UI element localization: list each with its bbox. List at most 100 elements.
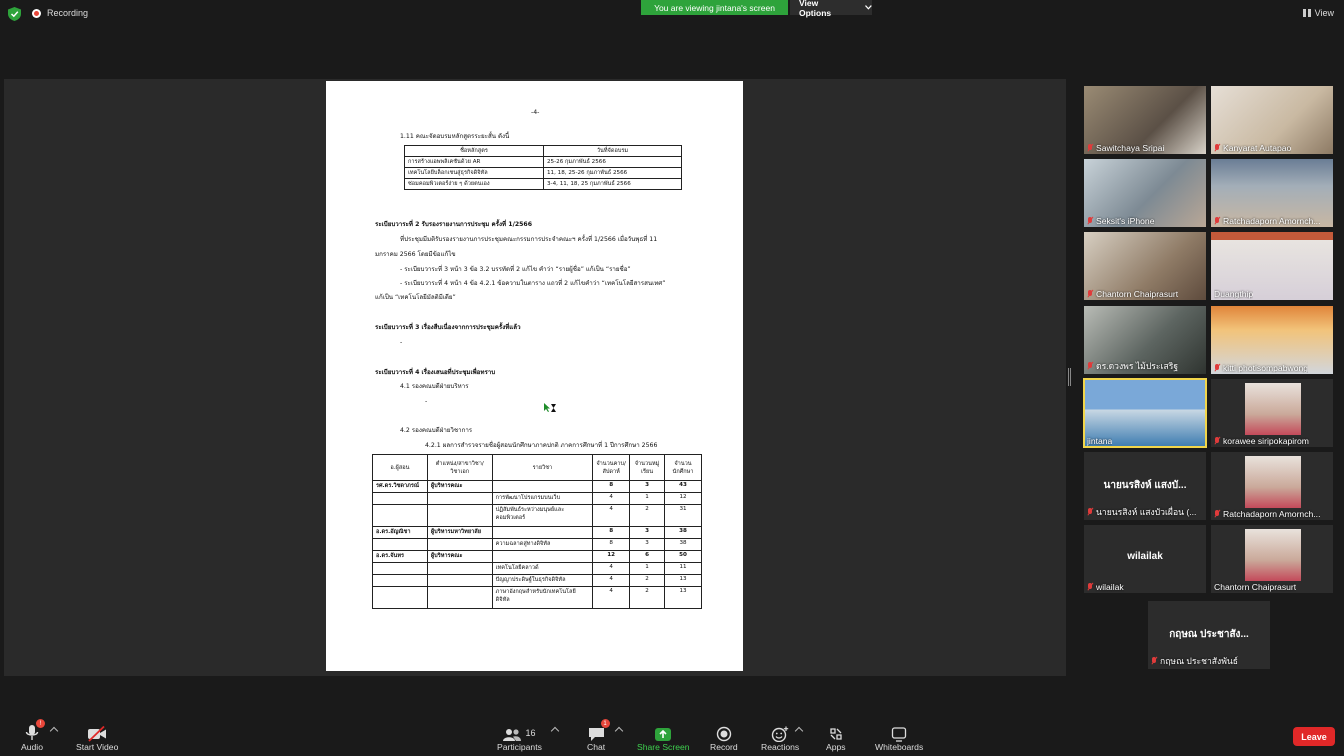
whiteboards-button[interactable]: Whiteboards (875, 722, 923, 752)
audio-options-caret-icon[interactable] (49, 726, 59, 736)
course-table-row: ซ่อมคอมพิวเตอร์ง่าย ๆ ด้วยตนเอง 3-4, 11, … (404, 178, 682, 190)
participant-tile[interactable]: ดร.ดวงพร ไม้ประเสริฐ (1084, 306, 1206, 374)
muted-microphone-icon (1087, 290, 1093, 298)
recording-label: Recording (47, 8, 89, 18)
teaching-cell: ผู้บริหารคณะ (426, 480, 493, 493)
reactions-smiley-icon (771, 726, 789, 742)
participant-name: นายนรสิงห์ แสงบัวเผื่อน (... (1096, 507, 1197, 517)
course-cell: 3-4, 11, 18, 25 กุมภาพันธ์ 2566 (543, 178, 682, 190)
teaching-cell: 4 (592, 586, 631, 609)
share-screen-icon (655, 728, 672, 741)
participant-name: Kanyarat Autapao (1223, 143, 1292, 153)
teaching-header-cell: จำนวนนักศึกษา (664, 454, 702, 481)
participant-name-label: Seksit's iPhone (1087, 216, 1155, 226)
teaching-cell (426, 586, 493, 609)
participant-tile[interactable]: Chantorn Chaiprasurt (1084, 232, 1206, 300)
teaching-cell: 3 (629, 526, 666, 539)
participant-tile[interactable]: Ratchadaporn Amornch... (1211, 159, 1333, 227)
item-4-2: 4.2 รองคณบดีฝ่ายวิชาการ (400, 427, 473, 434)
agenda-4-heading: ระเบียบวาระที่ 4 เรื่องเสนอที่ประชุมเพื่… (375, 369, 496, 376)
muted-microphone-icon (1087, 583, 1093, 591)
participant-tile[interactable]: Duangthip (1211, 232, 1333, 300)
teaching-cell (426, 492, 493, 505)
participant-tile[interactable]: Kanyarat Autapao (1211, 86, 1333, 154)
teaching-cell: ผู้บริหารคณะ (426, 550, 493, 563)
participants-options-caret-icon[interactable] (550, 726, 560, 736)
teaching-cell: 8 (592, 538, 631, 551)
teaching-cell: 1 (629, 562, 666, 575)
participant-name-label: นายนรสิงห์ แสงบัวเผื่อน (... (1087, 505, 1196, 519)
participant-name-label: Chantorn Chaiprasurt (1214, 582, 1296, 592)
participant-tile[interactable]: Chantorn Chaiprasurt (1211, 525, 1333, 593)
participants-button[interactable]: 16 Participants (497, 722, 542, 752)
start-video-button[interactable]: Start Video (76, 722, 118, 752)
teaching-cell: 38 (664, 538, 702, 551)
teaching-cell: 11 (664, 562, 702, 575)
course-table: ชื่อหลักสูตร วันที่จัดอบรม การสร้างแอพพลิเ… (404, 145, 682, 190)
meeting-toolbar: ! Audio Start Video 16 Participants 1 Ch… (0, 714, 1344, 756)
agenda-3-heading: ระเบียบวาระที่ 3 เรื่องสืบเนื่องจากการปร… (375, 324, 521, 331)
teaching-cell: 12 (592, 550, 631, 563)
participant-name: jintana (1087, 436, 1113, 446)
teaching-header-cell: รายวิชา (491, 454, 594, 481)
participant-tile[interactable]: jintana (1083, 378, 1207, 448)
leave-button[interactable]: Leave (1293, 727, 1335, 746)
participant-name-label: Ratchadaporn Amornch... (1214, 216, 1320, 226)
security-shield-icon[interactable] (8, 7, 21, 21)
item-4-1: 4.1 รองคณบดีฝ่ายบริหาร (400, 383, 469, 390)
teaching-cell: 3 (629, 538, 666, 551)
view-options-button[interactable]: View Options (790, 0, 872, 18)
record-button[interactable]: Record (710, 722, 738, 752)
participant-tile[interactable]: kitti photisompabwong (1211, 306, 1333, 374)
participant-tile[interactable]: Seksit's iPhone (1084, 159, 1206, 227)
participant-tile[interactable]: wilailak wilailak (1084, 525, 1206, 593)
participant-tile[interactable]: korawee siripokapirom (1211, 379, 1333, 447)
start-video-label: Start Video (76, 742, 119, 752)
teaching-header-cell: จำนวนหมู่เรียน (629, 454, 666, 481)
course-table-row: เทคโนโลยีบล็อกเชนสู่ธุรกิจดิจิทัล 11, 18,… (404, 167, 682, 179)
course-cell: การสร้างแอพพลิเคชันด้วย AR (404, 156, 544, 168)
participants-count: 16 (525, 728, 536, 738)
teaching-table-row: ปฏิสัมพันธ์ระหว่างมนุษย์และคอมพิวเตอร์ 4 2… (372, 504, 702, 527)
course-header-cell: ชื่อหลักสูตร (404, 145, 544, 157)
participant-name-label: jintana (1087, 436, 1112, 446)
chat-button[interactable]: 1 Chat (587, 719, 610, 752)
teaching-table-row: อ.ดร.จันทร ผู้บริหารคณะ 12 6 50 (372, 550, 702, 563)
teaching-cell: รศ.ดร.วิชดาภรณ์ (372, 480, 428, 493)
participant-name-label: Sawitchaya Sripai (1087, 143, 1164, 153)
teaching-cell: อ.ดร.อัญณิชา (372, 526, 428, 539)
teaching-table-row: เทคโนโลยีคลาวด์ 4 1 11 (372, 562, 702, 575)
participant-tile[interactable]: Ratchadaporn Amornch... (1211, 452, 1333, 520)
agenda-2-fix1: - ระเบียบวาระที่ 3 หน้า 3 ข้อ 3.2 บรรทัด… (400, 266, 631, 273)
recording-indicator[interactable]: Recording (32, 8, 88, 18)
reactions-button[interactable]: Reactions (761, 722, 799, 752)
agenda-2-body-line1: ที่ประชุมมีมติรับรองรายงานการประชุมคณะกร… (400, 236, 658, 243)
teaching-cell (372, 504, 428, 527)
audio-button[interactable]: ! Audio (21, 719, 45, 752)
participant-name-label: kitti photisompabwong (1214, 363, 1308, 373)
whiteboard-icon (891, 727, 907, 742)
teaching-cell: 38 (664, 526, 702, 539)
view-button[interactable]: View (1302, 8, 1334, 18)
teaching-cell (372, 574, 428, 587)
participant-tile[interactable]: กฤษณ ประชาสัง... กฤษณ ประชาสังพันธ์ (1148, 601, 1270, 669)
share-screen-button[interactable]: Share Screen (637, 722, 690, 752)
participant-name-label: Chantorn Chaiprasurt (1087, 289, 1178, 299)
muted-microphone-icon (1214, 510, 1220, 518)
shared-screen-area[interactable]: -4- 1.11 คณะจัดอบรมหลักสูตรระยะสั้น ดังน… (4, 79, 1066, 676)
chat-label: Chat (587, 742, 606, 752)
chat-options-caret-icon[interactable] (614, 726, 624, 736)
muted-microphone-icon (1151, 657, 1157, 665)
item-4-1-dash: - (425, 398, 428, 405)
teaching-cell (372, 492, 428, 505)
teaching-cell (491, 550, 594, 563)
participant-tile[interactable]: Sawitchaya Sripai (1084, 86, 1206, 154)
teaching-cell: 2 (629, 574, 666, 587)
participant-tile[interactable]: นายนรสิงห์ แสงบั... นายนรสิงห์ แสงบัวเผื่… (1084, 452, 1206, 520)
apps-button[interactable]: Apps (826, 722, 846, 752)
muted-microphone-icon (1214, 437, 1220, 445)
teaching-cell: 50 (664, 550, 702, 563)
split-resize-handle[interactable] (1068, 368, 1071, 386)
teaching-cell: การพัฒนาโปรแกรมบนเว็บ (491, 492, 594, 505)
participant-name: Seksit's iPhone (1096, 216, 1155, 226)
